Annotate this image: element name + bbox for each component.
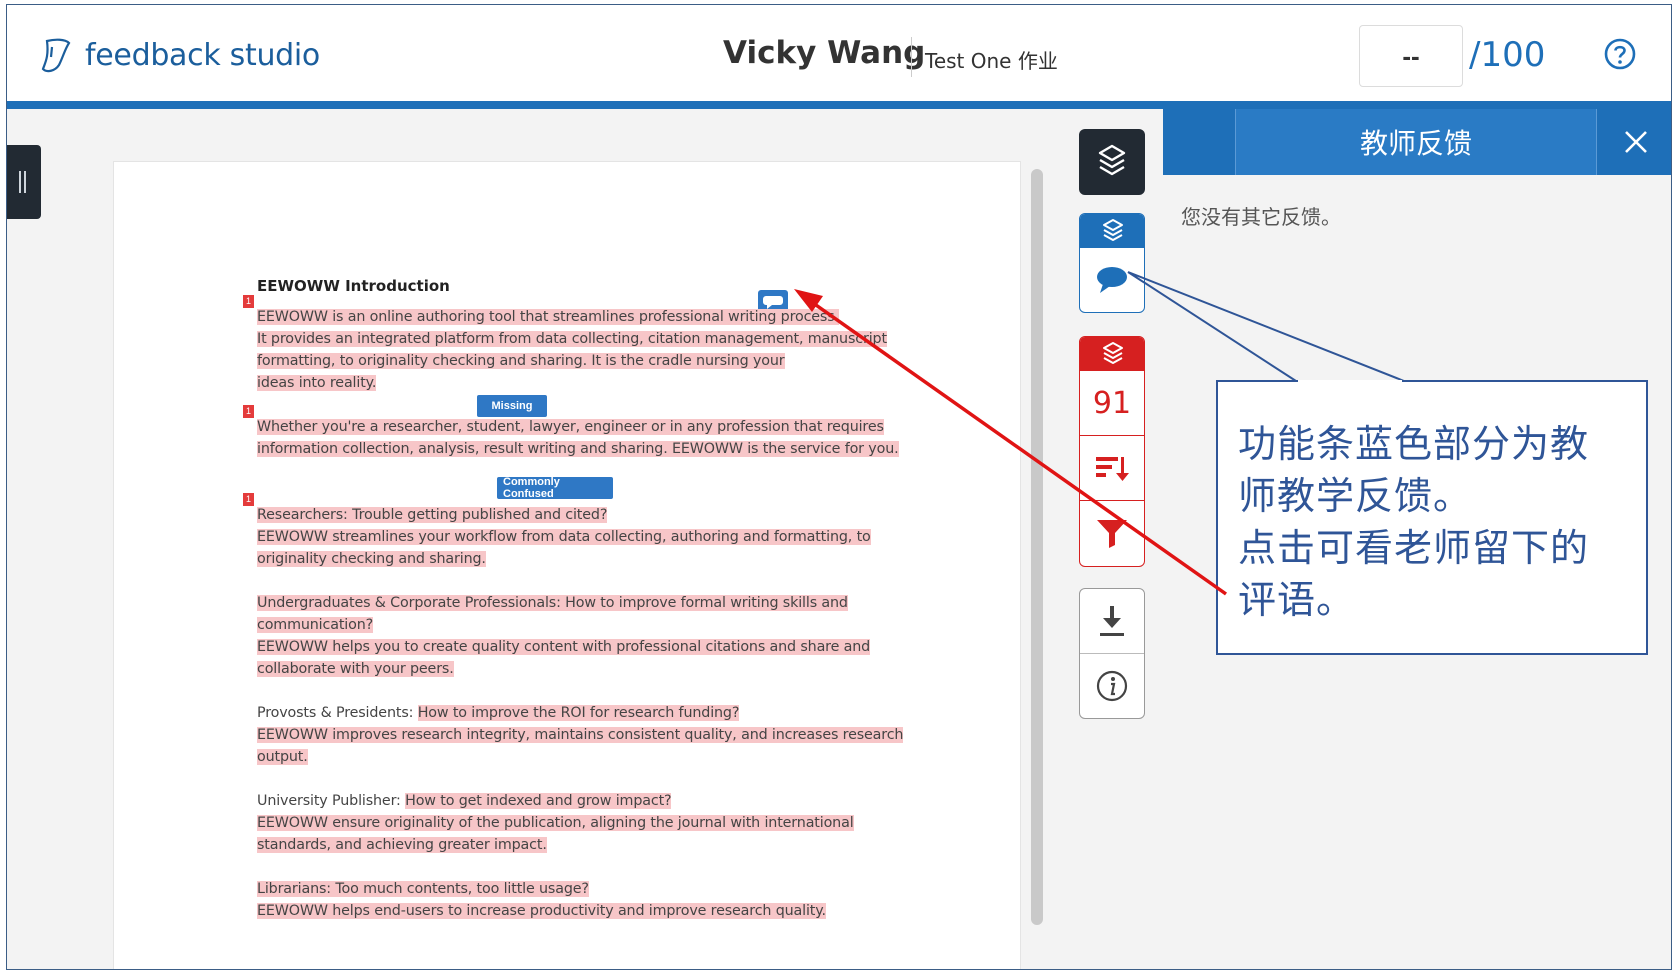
app-name: feedback studio	[85, 37, 320, 73]
paragraph-line: standards, and achieving greater impact.	[257, 837, 547, 853]
flag-marker[interactable]: 1	[243, 295, 254, 308]
layers-icon	[1098, 144, 1126, 176]
callout-text: 功能条蓝色部分为教 师教学反馈。 点击可看老师留下的 评语。	[1238, 418, 1626, 626]
paragraph-line: Librarians: Too much contents, too littl…	[257, 881, 589, 897]
score-field[interactable]: --	[1359, 25, 1463, 87]
info-icon	[1096, 670, 1128, 702]
info-button[interactable]	[1080, 654, 1144, 718]
paragraph-line: collaborate with your peers.	[257, 661, 454, 677]
tag-commonly-confused[interactable]: Commonly Confused	[497, 476, 613, 500]
score-total: /100	[1469, 35, 1546, 75]
feedback-studio-logo-icon	[41, 38, 71, 73]
paragraph-line: University Publisher: How to get indexed…	[257, 793, 672, 809]
paragraph-line: communication?	[257, 617, 374, 633]
download-button[interactable]	[1080, 589, 1144, 654]
layers-icon	[1103, 219, 1123, 241]
sort-icon	[1096, 457, 1129, 481]
document-scrollbar[interactable]	[1031, 169, 1043, 925]
document-title: EEWOWW Introduction	[257, 277, 450, 295]
paragraph-line: It provides an integrated platform from …	[257, 331, 887, 347]
document-page	[113, 161, 1021, 969]
callout-line: 师教学反馈。	[1238, 474, 1473, 518]
paragraph-line: originality checking and sharing.	[257, 551, 486, 567]
header-divider	[911, 37, 912, 77]
comment-icon	[1097, 267, 1127, 293]
paragraph-line: EEWOWW is an online authoring tool that …	[257, 309, 839, 325]
paragraph-line: EEWOWW streamlines your workflow from da…	[257, 529, 871, 545]
header-bar: feedback studio Vicky Wang Test One 作业 -…	[7, 5, 1671, 101]
similarity-layer-header[interactable]	[1080, 337, 1144, 371]
paragraph-line: Whether you're a researcher, student, la…	[257, 419, 884, 435]
flag-marker[interactable]: 1	[243, 405, 254, 418]
filter-button[interactable]	[1080, 500, 1144, 565]
grading-layer-group	[1079, 213, 1145, 313]
instructor-feedback-button[interactable]	[1080, 248, 1144, 312]
close-icon[interactable]	[1621, 127, 1651, 157]
paragraph-line: Provosts & Presidents: How to improve th…	[257, 705, 740, 721]
help-circle-icon[interactable]	[1603, 37, 1637, 71]
paragraph-line: information collection, analysis, result…	[257, 441, 899, 457]
paragraph-line: Undergraduates & Corporate Professionals…	[257, 595, 848, 611]
app-logo[interactable]: feedback studio	[39, 35, 320, 75]
paragraph-line: EEWOWW improves research integrity, main…	[257, 727, 904, 743]
side-drawer-toggle[interactable]	[7, 145, 41, 219]
layers-icon	[1103, 342, 1123, 364]
filter-icon	[1097, 520, 1127, 548]
feedback-panel-header: 教师反馈	[1163, 109, 1671, 175]
grading-layer-header[interactable]	[1080, 214, 1144, 248]
paragraph-line: formatting, to originality checking and …	[257, 353, 785, 369]
assignment-name: Test One 作业	[925, 49, 1058, 73]
sort-button[interactable]	[1080, 435, 1144, 500]
paragraph-line: EEWOWW helps you to create quality conte…	[257, 639, 871, 655]
tag-missing[interactable]: Missing	[477, 395, 547, 417]
feedback-empty-message: 您没有其它反馈。	[1181, 205, 1341, 229]
header-accent-bar	[7, 101, 1671, 109]
similarity-score-button[interactable]: 91	[1080, 371, 1144, 435]
callout-line: 点击可看老师留下的	[1238, 526, 1590, 570]
annotation-callout: 功能条蓝色部分为教 师教学反馈。 点击可看老师留下的 评语。	[1216, 380, 1648, 655]
student-name: Vicky Wang	[723, 35, 926, 71]
layers-toggle-button[interactable]	[1079, 129, 1145, 195]
flag-marker[interactable]: 1	[243, 493, 254, 506]
similarity-layer-group: 91	[1079, 336, 1145, 567]
callout-line: 评语。	[1238, 578, 1356, 622]
utility-group	[1079, 588, 1145, 719]
drawer-grip-icon	[19, 171, 26, 193]
panel-title: 教师反馈	[1235, 109, 1597, 175]
paragraph-line: ideas into reality.	[257, 375, 377, 391]
callout-line: 功能条蓝色部分为教	[1238, 422, 1590, 466]
paragraph-line: Researchers: Trouble getting published a…	[257, 507, 608, 523]
paragraph-line: output.	[257, 749, 308, 765]
paragraph-line: EEWOWW ensure originality of the publica…	[257, 815, 854, 831]
similarity-count: 91	[1092, 385, 1132, 421]
download-icon	[1100, 606, 1124, 636]
paragraph-line: EEWOWW helps end-users to increase produ…	[257, 903, 826, 919]
